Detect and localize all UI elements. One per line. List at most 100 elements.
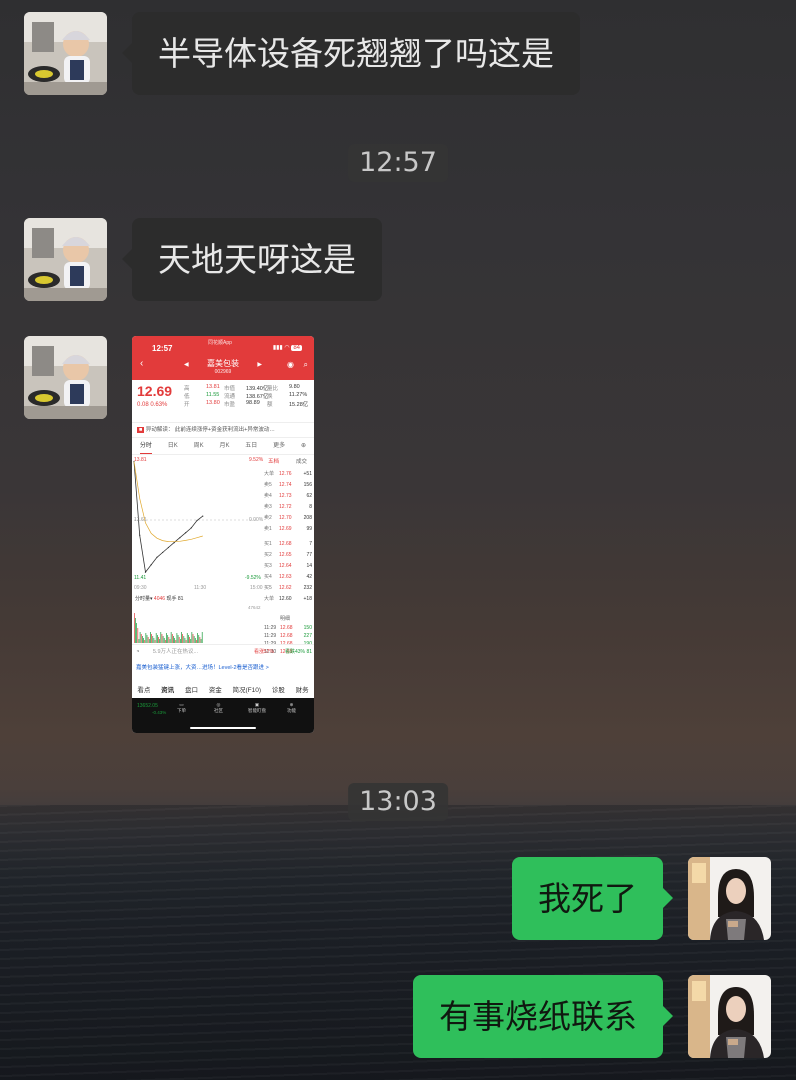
price-point xyxy=(173,542,175,544)
image-message-stock-screenshot[interactable]: 12:57 同花顺App ▮▮▮ ◠ 84 ‹ ◀ ▶ 嘉美包装 002969 … xyxy=(132,336,314,733)
orderbook-row: 卖4 12.73 62 xyxy=(264,493,312,499)
monitor-button[interactable]: ▣ 智能盯盘 xyxy=(248,702,266,714)
order-button[interactable]: ▭ 下单 xyxy=(177,702,186,714)
contact-avatar[interactable] xyxy=(24,218,107,301)
contact-avatar[interactable] xyxy=(24,12,107,95)
search-icon[interactable]: ⌕ xyxy=(304,360,308,370)
volume-bar xyxy=(183,636,185,643)
intraday-chart-area[interactable]: 13.81 9.52% 12.61 0.00% 11.41 -9.52% 09:… xyxy=(132,455,314,655)
orderbook-row: 买3 12.64 14 xyxy=(264,563,312,569)
volume-bar xyxy=(160,632,162,643)
price-point xyxy=(190,527,192,529)
tab-weekly[interactable]: 周K xyxy=(194,438,204,454)
volume-bar xyxy=(157,635,158,643)
monitor-icon: ▣ xyxy=(254,702,260,707)
order-icon: ▭ xyxy=(179,702,184,707)
orderbook-row: 买5 12.62 232 xyxy=(264,585,312,591)
average-price-line xyxy=(133,461,203,543)
time-end: 15:00 xyxy=(250,585,263,591)
price-point xyxy=(196,519,198,522)
volume-bar xyxy=(177,635,179,643)
volume-bar xyxy=(173,636,174,643)
quote-value: 15.28亿 xyxy=(289,402,309,408)
tab-diagnosis[interactable]: 诊股 xyxy=(272,684,285,698)
news-ticker[interactable]: ■ 异动解读： 此前连续涨停+资金获利流出+异常波动… xyxy=(132,423,314,438)
orderbook-row: 卖3 12.72 8 xyxy=(264,504,312,510)
volume-bar xyxy=(135,618,136,643)
index-change: -0.43% xyxy=(152,710,167,715)
timestamp: 12:57 xyxy=(348,144,448,182)
quote-label: 市值 xyxy=(224,386,236,392)
volume-bar xyxy=(143,638,144,643)
chart-top-right: 9.52% xyxy=(249,457,264,463)
quote-value: 11.27% xyxy=(289,392,308,398)
price-point xyxy=(167,546,169,549)
volume-bar xyxy=(134,613,135,643)
comment-icon: ◔ xyxy=(136,649,140,655)
contact-avatar[interactable] xyxy=(24,336,107,419)
volume-bar xyxy=(192,634,194,643)
index-value[interactable]: 13652.05 xyxy=(137,703,158,709)
volume-bar xyxy=(146,635,148,643)
volume-bar xyxy=(137,628,139,643)
volume-bar xyxy=(138,639,140,643)
self-avatar[interactable] xyxy=(688,857,771,940)
self-avatar[interactable] xyxy=(688,975,771,1058)
tab-f10[interactable]: 简况(F10) xyxy=(233,684,262,698)
promo-banner[interactable]: 嘉美包装猛键上涨，大资…进场！Level-2看是否跟进 > xyxy=(132,661,314,675)
bullish-button[interactable]: 看涨57% xyxy=(254,645,274,659)
comment-bar[interactable]: ◔ 5.9万人正在热议... 看涨57% 看跌43% xyxy=(132,644,314,659)
trades-tab[interactable]: 成交 xyxy=(296,457,307,465)
message-bubble-outgoing[interactable]: 有事烧纸联系 xyxy=(413,975,673,1058)
current-price: 12.69 xyxy=(137,383,173,399)
community-button[interactable]: ◎ 社区 xyxy=(214,702,223,714)
tab-highlights[interactable]: 看点 xyxy=(137,684,150,698)
quote-label: 开 xyxy=(184,402,190,408)
orderbook-row: 卖2 12.70 208 xyxy=(264,515,312,521)
tab-finance[interactable]: 财务 xyxy=(296,684,309,698)
volume-bar xyxy=(194,638,196,643)
signal-icon: ▮▮▮ xyxy=(272,345,283,351)
price-point xyxy=(179,537,181,539)
quote-panel: 12.69 0.08 0.63% 高 13.81 市值 139.40亿 量比 9.80 低 1… xyxy=(132,380,314,423)
settings-icon[interactable]: ⊕ xyxy=(301,438,306,454)
volume-bar xyxy=(184,638,186,643)
price-point xyxy=(202,515,204,517)
stock-code: 002969 xyxy=(214,369,232,375)
tab-orderbook[interactable]: 盘口 xyxy=(185,684,198,698)
volume-bar xyxy=(153,638,155,643)
volume-bar xyxy=(165,640,166,643)
tab-intraday[interactable]: 分时 xyxy=(139,438,152,454)
quote-value: 138.67亿 xyxy=(246,394,269,400)
quote-value: 11.55 xyxy=(206,392,220,398)
robot-icon[interactable]: ◉ xyxy=(287,360,294,369)
tab-more[interactable]: 更多 xyxy=(273,438,285,454)
message-bubble-incoming[interactable]: 天地天呀这是 xyxy=(122,218,382,301)
quote-label: 额 xyxy=(267,402,273,408)
function-button[interactable]: ⊕ 功能 xyxy=(287,702,296,714)
message-bubble-outgoing[interactable]: 我死了 xyxy=(512,857,673,940)
trades-label[interactable]: 明细 xyxy=(280,615,290,622)
volume-bar xyxy=(152,636,154,643)
volume-bar xyxy=(169,639,171,643)
price-point xyxy=(139,534,141,536)
message-bubble-incoming[interactable]: 半导体设备死翘翘了吗这是 xyxy=(122,12,580,95)
quote-value: 98.89 xyxy=(246,400,260,406)
tab-five-day[interactable]: 五日 xyxy=(245,438,257,454)
chart-top-left: 13.81 xyxy=(134,457,147,463)
orderbook-tab[interactable]: 五档 xyxy=(268,457,279,465)
tab-news[interactable]: 资讯 xyxy=(161,684,174,698)
tab-daily[interactable]: 日K xyxy=(168,438,178,454)
tab-monthly[interactable]: 月K xyxy=(219,438,229,454)
volume-bar xyxy=(144,640,146,643)
volume-bar xyxy=(159,639,160,643)
chart-low-right: -9.52% xyxy=(245,575,261,581)
price-point xyxy=(150,564,152,566)
time-start: 09:30 xyxy=(134,585,147,591)
volume-bar xyxy=(182,634,183,643)
volume-label[interactable]: 分时量▾ 4046 现手 81 xyxy=(135,595,183,602)
tab-funds[interactable]: 资金 xyxy=(209,684,222,698)
bearish-button[interactable]: 看跌43% xyxy=(285,645,305,659)
bottom-tabs: 看点 资讯 盘口 资金 简况(F10) 诊股 财务 xyxy=(132,684,314,698)
function-icon: ⊕ xyxy=(289,702,294,707)
